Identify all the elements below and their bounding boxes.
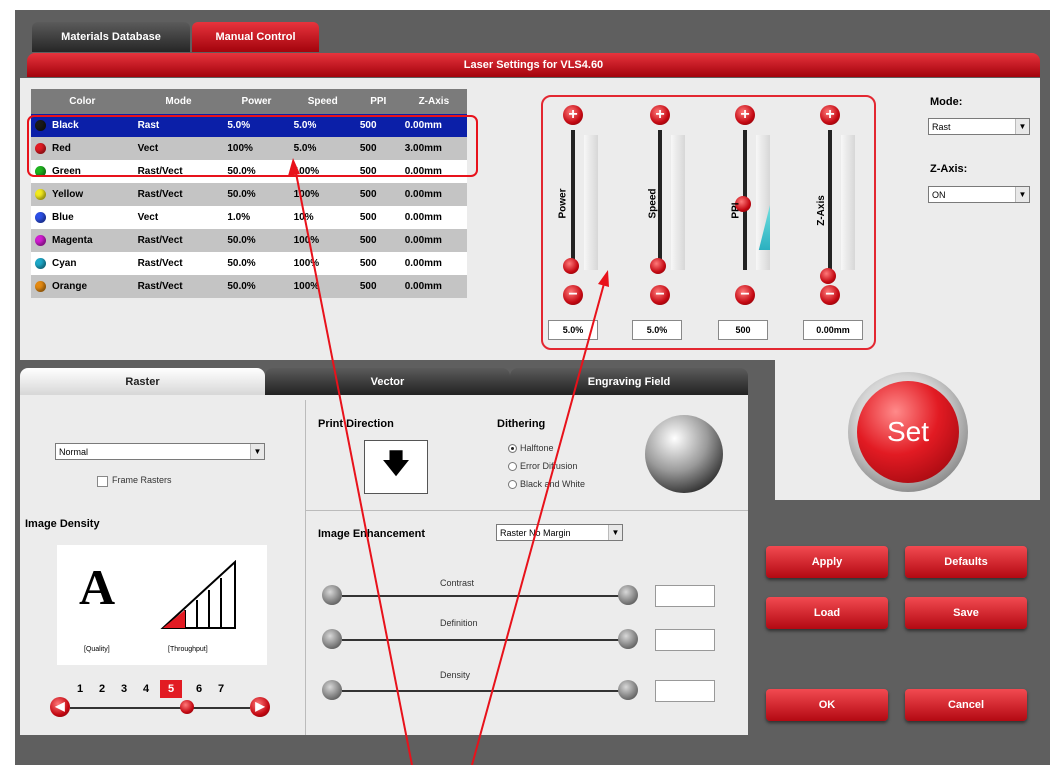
annotation-arrowhead <box>598 270 609 287</box>
annotation-arrow-line <box>471 279 606 765</box>
annotation-arrows <box>288 158 609 765</box>
annotation-arrow-line <box>294 167 413 765</box>
annotation-arrowhead <box>288 158 300 176</box>
